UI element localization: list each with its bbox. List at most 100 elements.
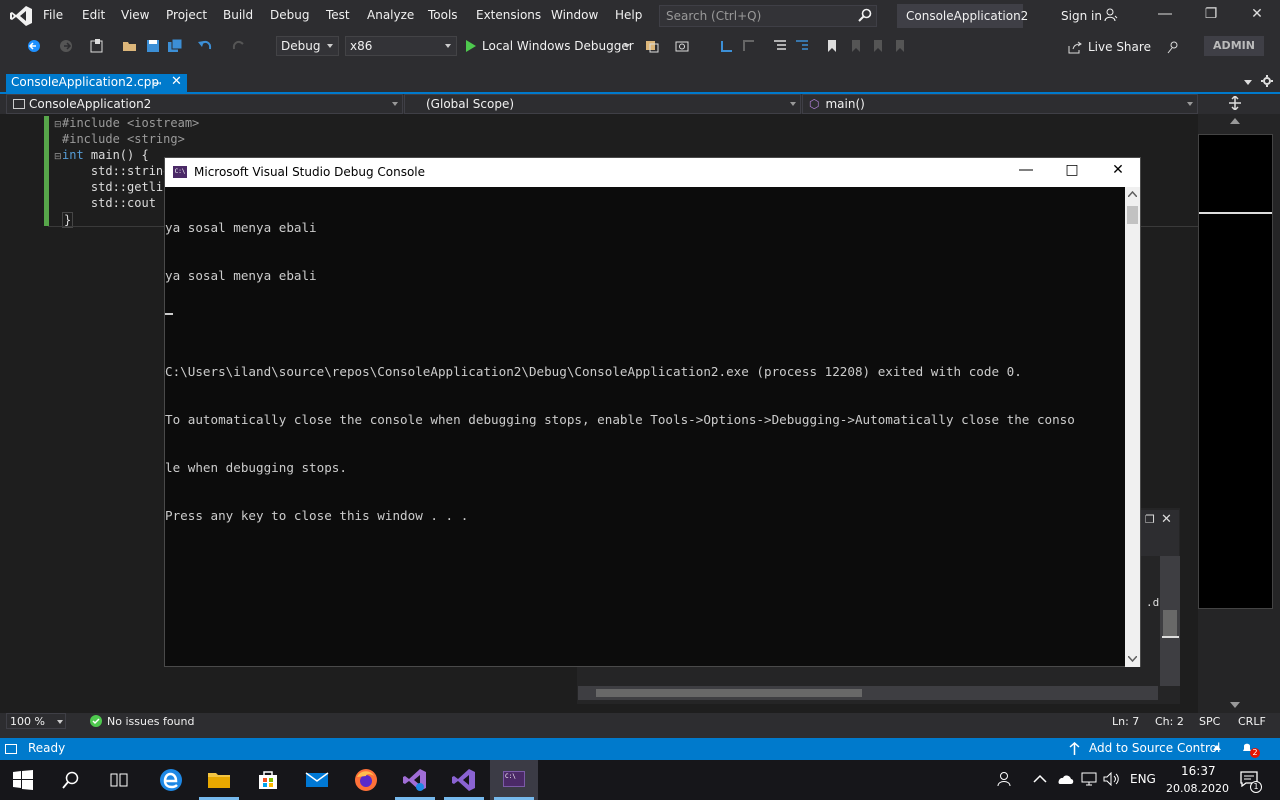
close-button[interactable]: ✕ [1247,6,1267,26]
line-indicator[interactable]: Ln: 7 [1112,715,1139,728]
arrow-up-icon[interactable] [1069,742,1080,755]
menu-help[interactable]: Help [615,8,642,22]
visual-studio-icon[interactable] [403,768,427,792]
network-icon[interactable] [1081,772,1097,786]
eol-indicator[interactable]: CRLF [1238,715,1266,728]
member-nav-combo[interactable]: ⬡ main() [802,94,1198,114]
camera-icon[interactable] [674,38,690,54]
tray-chevron-icon[interactable] [1033,774,1047,784]
map-viewport-indicator[interactable] [1199,212,1272,214]
undo-icon[interactable] [197,38,213,54]
issues-status[interactable]: No issues found [107,715,194,728]
feedback-icon[interactable] [1166,40,1180,54]
input-language-indicator[interactable]: ENG [1130,772,1156,786]
task-view-icon[interactable] [110,771,128,789]
run-button[interactable]: Local Windows Debugger [482,39,634,53]
restore-button[interactable]: ❐ [1201,6,1221,26]
people-icon[interactable] [997,771,1013,787]
live-share-button[interactable]: Live Share [1088,40,1151,54]
menu-file[interactable]: File [43,8,63,22]
settings-gear-icon[interactable] [1261,75,1273,87]
firefox-icon[interactable] [354,768,378,792]
collapse-include-icon[interactable]: ⊟ [54,120,62,130]
account-icon[interactable] [1104,8,1118,22]
split-editor-icon[interactable] [1228,96,1242,110]
browse-icon[interactable] [644,38,660,54]
save-icon[interactable] [145,38,161,54]
run-dropdown-chevron-icon[interactable] [624,44,630,48]
windows-start-icon[interactable] [13,770,33,790]
minimize-button[interactable]: ― [1155,6,1175,26]
scroll-down-icon[interactable] [1230,702,1240,708]
visual-studio-logo-icon[interactable] [10,6,32,26]
edge-browser-icon[interactable] [159,768,183,792]
search-input[interactable]: Search (Ctrl+Q) [659,5,877,27]
menu-window[interactable]: Window [551,8,598,22]
store-icon[interactable] [256,768,280,792]
menu-build[interactable]: Build [223,8,253,22]
menu-tools[interactable]: Tools [428,8,458,22]
console-scroll-down-icon[interactable] [1128,656,1137,662]
clock-date[interactable]: 20.08.2020 [1166,782,1229,795]
new-project-icon[interactable] [89,38,105,54]
output-vscroll-thumb[interactable] [1163,610,1177,636]
console-output[interactable]: ya sosal menya ebali ya sosal menya ebal… [165,187,1125,667]
pin-icon[interactable]: ⭲ [153,75,161,94]
sign-in-link[interactable]: Sign in [1061,9,1102,23]
visual-studio-2019-icon[interactable] [452,768,476,792]
menu-extensions[interactable]: Extensions [476,8,541,22]
file-explorer-icon[interactable] [207,768,231,792]
console-title-bar[interactable]: C:\ Microsoft Visual Studio Debug Consol… [165,158,1140,187]
save-all-icon[interactable] [167,38,183,54]
menu-project[interactable]: Project [166,8,207,22]
tab-list-chevron-icon[interactable] [1244,80,1252,85]
volume-icon[interactable] [1103,772,1121,786]
align-icon[interactable] [772,38,788,54]
source-control-chevron-icon[interactable] [1213,745,1221,750]
platform-combo[interactable]: x86 [345,36,457,56]
console-close-button[interactable]: ✕ [1098,162,1138,184]
menu-analyze[interactable]: Analyze [367,8,414,22]
outdent-icon[interactable] [794,38,810,54]
clear-bookmarks-icon[interactable] [892,38,908,54]
code-map[interactable] [1198,134,1273,609]
forward-icon[interactable] [58,38,74,54]
output-hscroll-thumb[interactable] [596,689,862,697]
prev-bookmark-icon[interactable] [848,38,864,54]
pane-close-icon[interactable]: ✕ [1161,512,1172,527]
console-minimize-button[interactable]: ― [1006,162,1046,184]
pane-maximize-icon[interactable]: ❐ [1145,513,1155,526]
search-taskbar-icon[interactable] [62,771,80,789]
tab-close-icon[interactable]: ✕ [171,74,182,89]
scroll-up-icon[interactable] [1230,118,1240,124]
console-scrollbar[interactable] [1125,187,1140,667]
open-folder-icon[interactable] [122,38,138,54]
step-out-icon[interactable] [741,38,757,54]
menu-view[interactable]: View [121,8,149,22]
col-indicator[interactable]: Ch: 2 [1155,715,1184,728]
scope-nav-combo[interactable]: (Global Scope) [404,94,801,114]
redo-icon[interactable] [231,38,247,54]
bookmark-icon[interactable] [824,38,840,54]
menu-debug[interactable]: Debug [270,8,309,22]
clock-time[interactable]: 16:37 [1181,764,1216,778]
debug-console-window[interactable]: C:\ Microsoft Visual Studio Debug Consol… [164,157,1141,667]
console-maximize-button[interactable]: □ [1052,162,1092,184]
back-icon[interactable] [26,38,42,54]
menu-test[interactable]: Test [326,8,350,22]
zoom-chevron-icon[interactable] [57,720,63,724]
mail-icon[interactable] [305,768,329,792]
search-icon[interactable] [858,8,872,22]
indent-indicator[interactable]: SPC [1199,715,1220,728]
start-debugging-icon[interactable] [466,40,476,52]
console-scroll-up-icon[interactable] [1128,191,1137,197]
console-scroll-thumb[interactable] [1127,206,1138,224]
next-bookmark-icon[interactable] [870,38,886,54]
step-into-icon[interactable] [719,38,735,54]
project-nav-combo[interactable]: ConsoleApplication2 [6,94,403,114]
add-to-source-control-button[interactable]: Add to Source Control [1089,741,1220,755]
config-combo[interactable]: Debug [276,36,339,56]
admin-badge[interactable]: ADMIN [1204,36,1264,56]
live-share-icon[interactable] [1068,41,1082,54]
onedrive-icon[interactable] [1056,773,1074,785]
